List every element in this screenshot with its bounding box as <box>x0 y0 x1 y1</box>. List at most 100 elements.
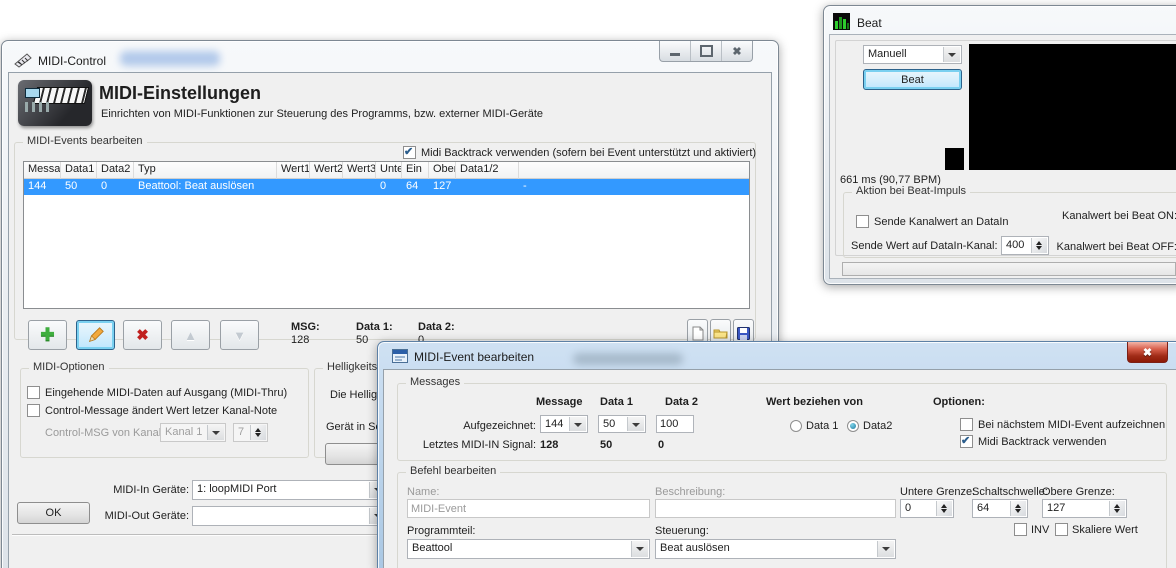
beat-visualizer-display <box>969 44 1176 170</box>
control-msg-kanal-label: Control-MSG von Kanal: <box>45 427 164 439</box>
record-next-event-checkbox[interactable] <box>960 418 973 431</box>
midi-backtrack-checkbox-label: Midi Backtrack verwenden <box>978 436 1106 448</box>
column-header[interactable] <box>519 162 749 179</box>
spin-buttons-icon[interactable] <box>250 425 266 440</box>
midi-out-select[interactable] <box>192 506 388 526</box>
midi-events-table[interactable]: Message Data1 Data2 Typ Wert1 Wert2 Wert… <box>23 161 750 309</box>
program-part-select[interactable]: Beattool <box>407 539 650 559</box>
upper-limit-stepper[interactable]: 127 <box>1042 499 1127 518</box>
close-button[interactable]: ✖ <box>722 41 752 61</box>
control-label: Steuerung: <box>655 525 709 537</box>
dropdown-arrow-icon[interactable] <box>943 47 960 62</box>
brightness-text-line2: Gerät in Sel <box>326 421 384 433</box>
beat-action-group: Aktion bei Beat-Impuls Sende Kanalwert a… <box>843 192 1176 258</box>
recorded-message-value: 144 <box>545 418 563 430</box>
control-message-checkbox[interactable] <box>27 404 40 417</box>
column-header[interactable]: Wert2 <box>310 162 343 179</box>
beat-mode-select[interactable]: Manuell <box>863 45 962 64</box>
recorded-message-select[interactable]: 144 <box>540 415 588 433</box>
column-header[interactable]: Ein <box>402 162 429 179</box>
radio-data2[interactable] <box>847 420 859 432</box>
kanalwert-on-label: Kanalwert bei Beat ON: <box>1039 210 1176 222</box>
radio-data1[interactable] <box>790 420 802 432</box>
backtrack-checkbox[interactable] <box>403 146 416 159</box>
column-header[interactable]: Wert3 <box>343 162 376 179</box>
midi-thru-checkbox[interactable] <box>27 386 40 399</box>
maximize-button[interactable] <box>691 41 722 61</box>
column-header[interactable]: Message <box>24 162 61 179</box>
spin-buttons-icon[interactable] <box>936 501 952 516</box>
midi-event-dialog: MIDI-Event bearbeiten ✖ Messages Message… <box>377 341 1176 568</box>
midi-in-select[interactable]: 1: loopMIDI Port <box>192 480 388 500</box>
redacted-smudge <box>573 353 683 365</box>
data2-label: Data 2: <box>418 321 455 333</box>
send-kanalwert-checkbox[interactable] <box>856 215 869 228</box>
move-up-button[interactable]: ▲ <box>171 320 210 350</box>
arrow-up-icon: ▲ <box>184 328 197 343</box>
spin-buttons-icon[interactable] <box>1010 501 1026 516</box>
dropdown-arrow-icon[interactable] <box>631 541 648 557</box>
scale-value-checkbox[interactable] <box>1055 523 1068 536</box>
delete-event-button[interactable]: ✖ <box>123 320 162 350</box>
kanal-number-value: 7 <box>238 426 244 438</box>
name-input[interactable] <box>407 499 650 518</box>
control-message-checkbox-label: Control-Message ändert Wert letzer Kanal… <box>45 405 277 417</box>
command-group: Befehl bearbeiten Name: Beschreibung: Un… <box>397 472 1167 568</box>
kanal-select[interactable]: Kanal 1 <box>160 423 226 442</box>
midi-out-label: MIDI-Out Geräte: <box>104 510 189 522</box>
data1-label: Data 1: <box>356 321 393 333</box>
page-title: MIDI-Einstellungen <box>99 83 261 104</box>
dropdown-arrow-icon[interactable] <box>569 417 586 431</box>
column-header[interactable]: Wert1 <box>277 162 310 179</box>
threshold-label: Schaltschwelle: <box>972 486 1048 498</box>
kanal-number-stepper[interactable]: 7 <box>233 423 268 442</box>
lower-limit-label: Untere Grenze: <box>900 486 975 498</box>
column-header[interactable]: Typ <box>134 162 277 179</box>
table-row[interactable]: 144 50 0 Beattool: Beat auslösen 0 64 12… <box>24 179 749 195</box>
dialog-title: MIDI-Event bearbeiten <box>414 350 534 364</box>
control-value: Beat auslösen <box>660 542 730 554</box>
spin-buttons-icon[interactable] <box>1109 501 1125 516</box>
edit-event-button[interactable] <box>76 320 115 350</box>
last-message-value: 128 <box>540 439 558 451</box>
beat-indicator-square <box>945 148 964 170</box>
cell-extra: - <box>519 179 749 195</box>
scale-value-checkbox-label: Skaliere Wert <box>1072 524 1138 536</box>
table-header-row: Message Data1 Data2 Typ Wert1 Wert2 Wert… <box>24 162 749 179</box>
beat-button[interactable]: Beat <box>863 69 962 90</box>
dialog-close-button[interactable]: ✖ <box>1127 342 1168 363</box>
column-header[interactable]: Data1/2 <box>456 162 519 179</box>
ok-button[interactable]: OK <box>17 502 90 524</box>
send-value-label: Sende Wert auf DataIn-Kanal: <box>851 240 998 252</box>
recorded-data1-select[interactable]: 50 <box>598 415 646 433</box>
caption-buttons: ✖ <box>659 41 753 62</box>
dropdown-arrow-icon[interactable] <box>207 425 224 440</box>
inv-checkbox[interactable] <box>1014 523 1027 536</box>
msg-value: 128 <box>291 334 309 346</box>
move-down-button[interactable]: ▼ <box>220 320 259 350</box>
add-event-button[interactable]: ✚ <box>28 320 67 350</box>
dropdown-arrow-icon[interactable] <box>627 417 644 431</box>
threshold-stepper[interactable]: 64 <box>972 499 1028 518</box>
last-data2-value: 0 <box>658 439 664 451</box>
program-part-label: Programmteil: <box>407 525 475 537</box>
page-subtitle: Einrichten von MIDI-Funktionen zur Steue… <box>101 108 543 120</box>
window-title: Beat <box>857 16 882 30</box>
column-header[interactable]: Data1 <box>61 162 97 179</box>
midi-backtrack-checkbox[interactable] <box>960 435 973 448</box>
threshold-value: 64 <box>977 502 989 514</box>
column-header[interactable]: Oben <box>429 162 456 179</box>
lower-limit-stepper[interactable]: 0 <box>900 499 954 518</box>
redacted-smudge <box>120 51 220 66</box>
description-input[interactable] <box>655 499 896 518</box>
recorded-data2-input[interactable] <box>656 415 694 433</box>
control-select[interactable]: Beat auslösen <box>655 539 896 559</box>
minimize-button[interactable] <box>660 41 691 61</box>
cell-oben: 127 <box>429 179 456 195</box>
column-header[interactable]: Unten <box>376 162 402 179</box>
messages-group-label: Messages <box>406 376 464 388</box>
add-icon: ✚ <box>40 325 54 345</box>
column-header[interactable]: Data2 <box>97 162 134 179</box>
dropdown-arrow-icon[interactable] <box>877 541 894 557</box>
messages-group: Messages Message Data 1 Data 2 Wert bezi… <box>397 383 1167 461</box>
